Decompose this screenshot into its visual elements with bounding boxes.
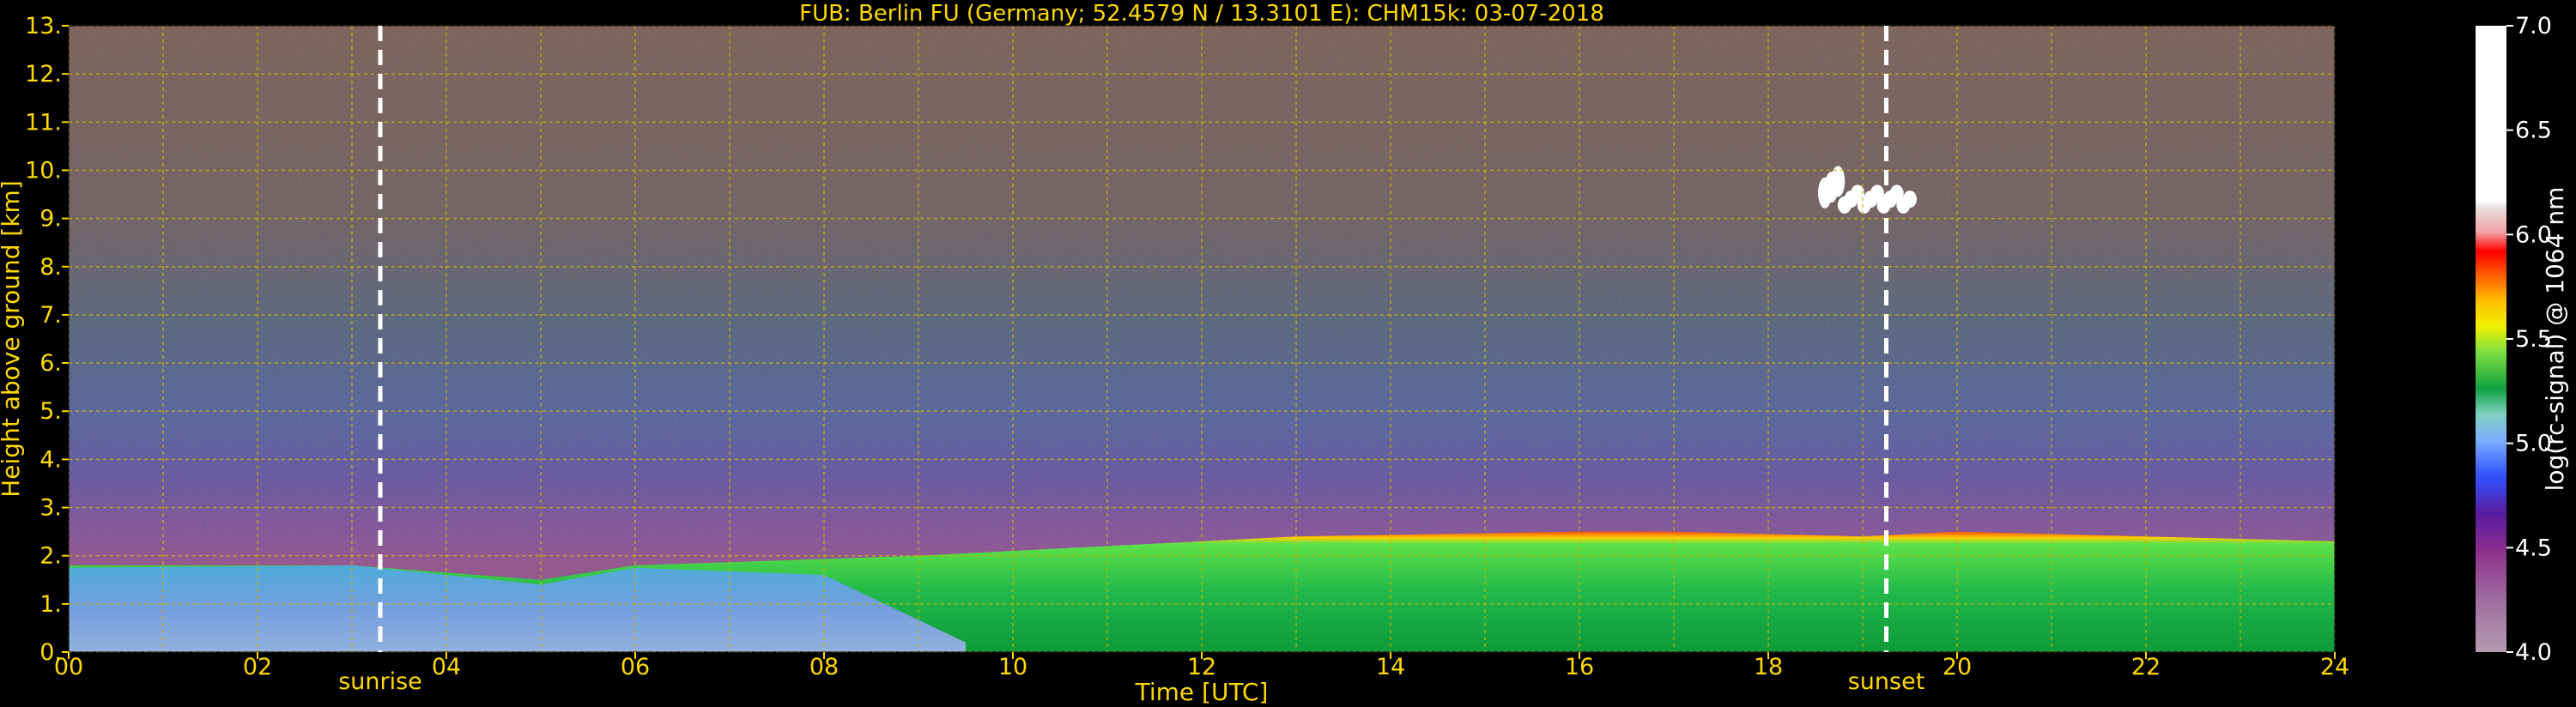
- colorbar-tick-label: 7.0: [2515, 13, 2552, 39]
- x-tick-label: 04: [432, 654, 461, 680]
- y-tick-label: 7.: [39, 302, 62, 329]
- colorbar-label: log(rc-signal) @ 1064 nm: [2541, 187, 2569, 492]
- cloud-blob: [1903, 190, 1917, 208]
- y-tick-label: 4.: [39, 446, 62, 473]
- y-tick-label: 10.: [25, 157, 62, 184]
- y-tick-label: 13.: [25, 13, 62, 39]
- y-tick-label: 12.: [25, 61, 62, 88]
- x-axis-label: Time [UTC]: [1135, 678, 1269, 706]
- sun-event-label: sunset: [1848, 668, 1925, 695]
- x-tick-label: 12: [1187, 654, 1216, 680]
- colorbar-tick-label: 6.5: [2515, 118, 2552, 144]
- sun-event-label: sunrise: [338, 668, 422, 695]
- colorbar-gradient: [2476, 26, 2506, 652]
- x-tick-label: 20: [1943, 654, 1972, 680]
- y-tick-label: 5.: [39, 398, 62, 425]
- y-tick-label: 9.: [39, 206, 62, 233]
- y-tick-label: 2.: [39, 543, 62, 570]
- x-tick-label: 08: [809, 654, 839, 680]
- x-tick-label: 02: [243, 654, 272, 680]
- ceilometer-chart: FUB: Berlin FU (Germany; 52.4579 N / 13.…: [0, 1, 2569, 706]
- plot-area: [68, 25, 2336, 653]
- x-tick-label: 10: [998, 654, 1027, 680]
- x-tick-label: 16: [1565, 654, 1594, 680]
- colorbar-tick-label: 4.0: [2515, 639, 2552, 666]
- y-tick-label: 11.: [25, 109, 62, 136]
- colorbar-tick-label: 4.5: [2515, 535, 2552, 561]
- x-tick-label: 18: [1754, 654, 1783, 680]
- x-tick-label: 24: [2320, 654, 2349, 680]
- chart-title: FUB: Berlin FU (Germany; 52.4579 N / 13.…: [799, 1, 1604, 27]
- y-tick-label: 6.: [39, 350, 62, 377]
- sun-event-labels: sunrise sunset: [338, 668, 1924, 695]
- y-tick-label: 0.: [39, 639, 62, 666]
- y-axis-label: Height above ground [km]: [0, 180, 25, 498]
- x-tick-label: 14: [1376, 654, 1405, 680]
- x-tick-label: 22: [2131, 654, 2161, 680]
- colorbar: 4.04.55.05.56.06.57.0 log(rc-signal) @ 1…: [2476, 13, 2569, 666]
- y-axis-ticks: 0. 1. 2. 3. 4. 5. 6. 7. 8. 9. 10. 11. 12. 13.: [25, 13, 69, 666]
- x-tick-label: 06: [621, 654, 650, 680]
- y-tick-label: 3.: [39, 495, 62, 522]
- y-tick-label: 8.: [39, 254, 62, 281]
- y-tick-label: 1.: [39, 591, 62, 618]
